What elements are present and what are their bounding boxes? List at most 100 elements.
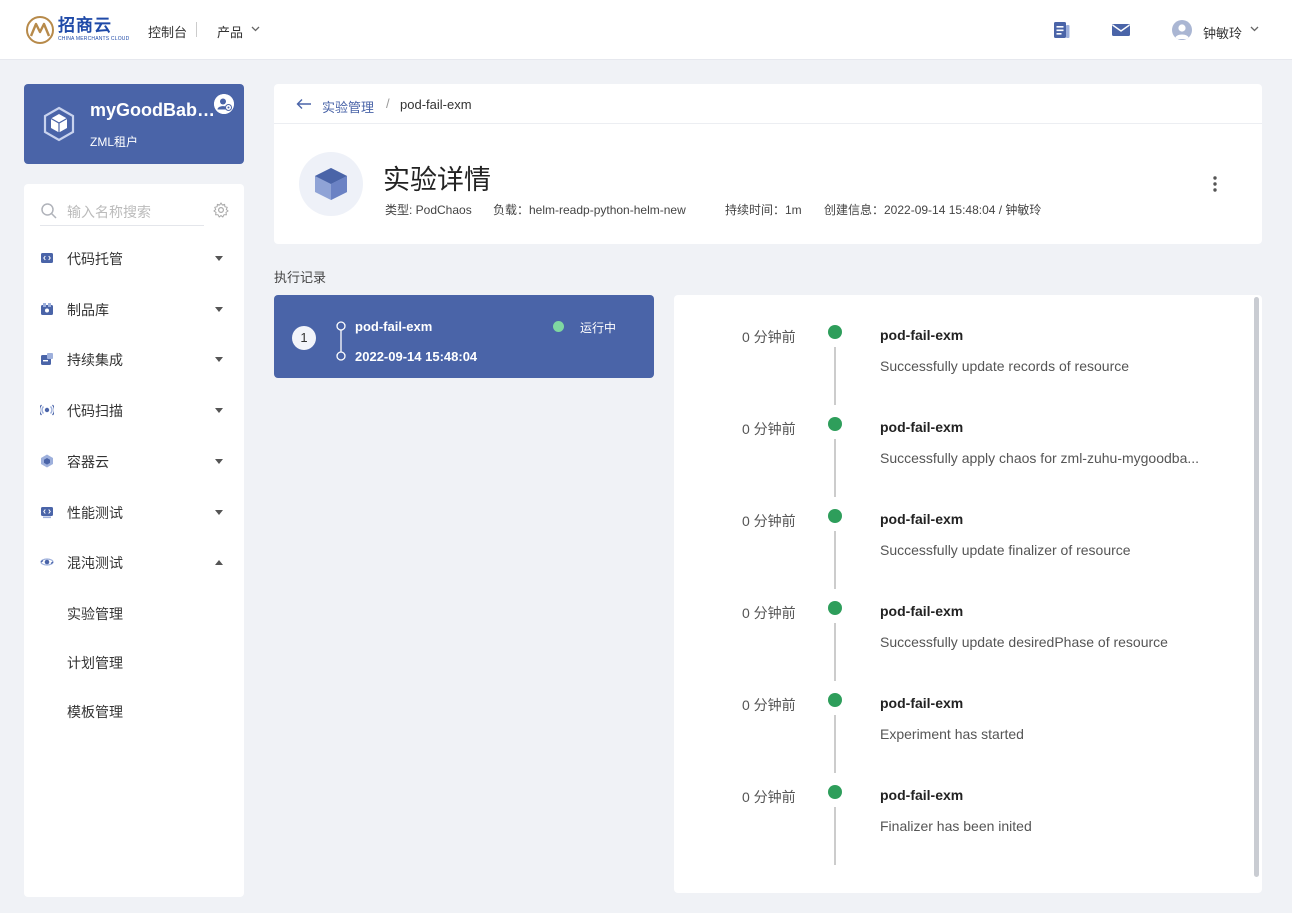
menu-item-container-cloud[interactable]: 容器云 <box>24 444 244 478</box>
menu-label: 性能测试 <box>67 505 123 521</box>
event-time: 0 分钟前 <box>742 513 796 529</box>
switch-tenant-icon[interactable] <box>214 94 234 114</box>
menu-label: 持续集成 <box>67 352 123 368</box>
tenant-name: myGoodBaby-z... <box>90 100 220 120</box>
status-dot <box>553 321 564 332</box>
nav-console[interactable]: 控制台 <box>148 22 187 41</box>
caret-down-icon <box>215 357 223 362</box>
menu-item-code-scan[interactable]: 代码扫描 <box>24 393 244 427</box>
more-vertical-icon[interactable] <box>1209 175 1221 193</box>
event-title: pod-fail-exm <box>880 695 964 711</box>
menu-label: 代码扫描 <box>67 403 123 419</box>
menu-item-perf-test[interactable]: 性能测试 <box>24 495 244 529</box>
record-time: 2022-09-14 15:48:04 <box>355 349 478 364</box>
package-icon <box>41 303 53 315</box>
event-time: 0 分钟前 <box>742 789 796 805</box>
event-title: pod-fail-exm <box>880 327 964 343</box>
tenant-subtitle: ZML租户 <box>90 135 139 149</box>
event-description: Successfully update finalizer of resourc… <box>880 542 1131 558</box>
logo-icon <box>26 16 54 44</box>
doc-icon[interactable] <box>1052 20 1072 40</box>
logo-text: 招商云 <box>58 16 112 36</box>
caret-down-icon <box>215 256 223 261</box>
timeline-item: 0 分钟前 pod-fail-exm Finalizer has been in… <box>674 755 1254 865</box>
submenu-item-templates[interactable]: 模板管理 <box>67 702 123 722</box>
breadcrumb-separator: / <box>386 96 390 111</box>
chevron-down-icon[interactable] <box>251 26 260 32</box>
menu-item-code-hosting[interactable]: 代码托管 <box>24 241 244 275</box>
timeline-item: 0 分钟前 pod-fail-exm Successfully update r… <box>674 295 1254 405</box>
execution-record-card[interactable]: 1 pod-fail-exm 2022-09-14 15:48:04 运行中 <box>274 295 654 378</box>
menu-item-artifact-repo[interactable]: 制品库 <box>24 292 244 326</box>
event-dot <box>828 509 842 523</box>
nav-divider <box>196 22 197 37</box>
avatar-icon <box>1175 24 1189 39</box>
experiment-avatar <box>299 152 363 216</box>
nav-products[interactable]: 产品 <box>217 22 243 41</box>
container-icon <box>41 454 53 468</box>
ci-icon <box>41 353 53 365</box>
event-title: pod-fail-exm <box>880 511 964 527</box>
scan-icon <box>40 404 54 416</box>
submenu-item-plans[interactable]: 计划管理 <box>67 653 123 673</box>
sidebar: 代码托管 制品库 持续集成 代码扫描 <box>24 184 244 897</box>
chevron-down-icon[interactable] <box>1250 26 1259 32</box>
submenu-item-experiments[interactable]: 实验管理 <box>67 604 123 624</box>
record-name: pod-fail-exm <box>355 319 433 334</box>
caret-down-icon <box>215 510 223 515</box>
search-bar <box>40 198 230 226</box>
search-icon <box>41 203 57 219</box>
top-bar: 招商云 CHINA MERCHANTS CLOUD 控制台 产品 钟敏玲 <box>0 0 1292 60</box>
timeline-item: 0 分钟前 pod-fail-exm Successfully apply ch… <box>674 387 1254 497</box>
record-index: 1 <box>292 326 316 350</box>
menu-label: 混沌测试 <box>67 555 123 571</box>
breadcrumb: 实验管理 / pod-fail-exm <box>274 84 1262 124</box>
timeline-item: 0 分钟前 pod-fail-exm Experiment has starte… <box>674 663 1254 773</box>
mail-icon[interactable] <box>1111 20 1131 40</box>
event-description: Finalizer has been inited <box>880 818 1032 834</box>
chaos-icon <box>40 558 54 566</box>
event-description: Successfully update records of resource <box>880 358 1130 374</box>
page-title: 实验详情 <box>383 165 491 195</box>
menu-label: 容器云 <box>67 454 109 470</box>
timeline-item: 0 分钟前 pod-fail-exm Successfully update f… <box>674 479 1254 589</box>
record-track-icon <box>336 321 346 361</box>
experiment-load: 负载：helm-readp-python-helm-new <box>493 203 686 217</box>
gear-icon[interactable] <box>213 202 229 218</box>
menu-item-ci[interactable]: 持续集成 <box>24 342 244 376</box>
timeline-item: 0 分钟前 pod-fail-exm Successfully update d… <box>674 571 1254 681</box>
event-dot <box>828 417 842 431</box>
back-arrow-icon[interactable] <box>296 98 312 110</box>
event-title: pod-fail-exm <box>880 419 964 435</box>
menu-label: 制品库 <box>67 302 109 318</box>
breadcrumb-parent-link[interactable]: 实验管理 <box>322 97 374 116</box>
experiment-duration: 持续时间：1m <box>725 203 802 217</box>
box-icon <box>315 168 347 200</box>
logo-subtext: CHINA MERCHANTS CLOUD <box>58 36 130 42</box>
event-title: pod-fail-exm <box>880 603 964 619</box>
tenant-card[interactable]: myGoodBaby-z... ZML租户 <box>24 84 244 164</box>
event-time: 0 分钟前 <box>742 329 796 345</box>
breadcrumb-current: pod-fail-exm <box>400 97 472 112</box>
user-name[interactable]: 钟敏玲 <box>1203 23 1242 42</box>
event-description: Experiment has started <box>880 726 1024 742</box>
logo[interactable]: 招商云 CHINA MERCHANTS CLOUD <box>26 16 129 44</box>
event-time: 0 分钟前 <box>742 697 796 713</box>
experiment-created: 创建信息：2022-09-14 15:48:04 / 钟敏玲 <box>824 203 1042 217</box>
cube-icon <box>43 106 75 142</box>
event-dot <box>828 325 842 339</box>
status-badge: 运行中 <box>580 321 617 335</box>
event-time: 0 分钟前 <box>742 421 796 437</box>
caret-up-icon <box>215 560 223 565</box>
event-time: 0 分钟前 <box>742 605 796 621</box>
caret-down-icon <box>215 459 223 464</box>
experiment-header: 实验管理 / pod-fail-exm 实验详情 类型: PodChaos 负载… <box>274 84 1262 244</box>
menu-label: 代码托管 <box>67 251 123 267</box>
avatar[interactable] <box>1172 20 1192 40</box>
experiment-type: 类型: PodChaos <box>385 203 472 217</box>
search-input[interactable] <box>40 198 204 226</box>
event-description: Successfully update desiredPhase of reso… <box>880 634 1168 650</box>
scrollbar[interactable] <box>1254 297 1259 877</box>
menu-item-chaos-test[interactable]: 混沌测试 <box>24 545 244 579</box>
timeline-connector <box>834 807 836 865</box>
